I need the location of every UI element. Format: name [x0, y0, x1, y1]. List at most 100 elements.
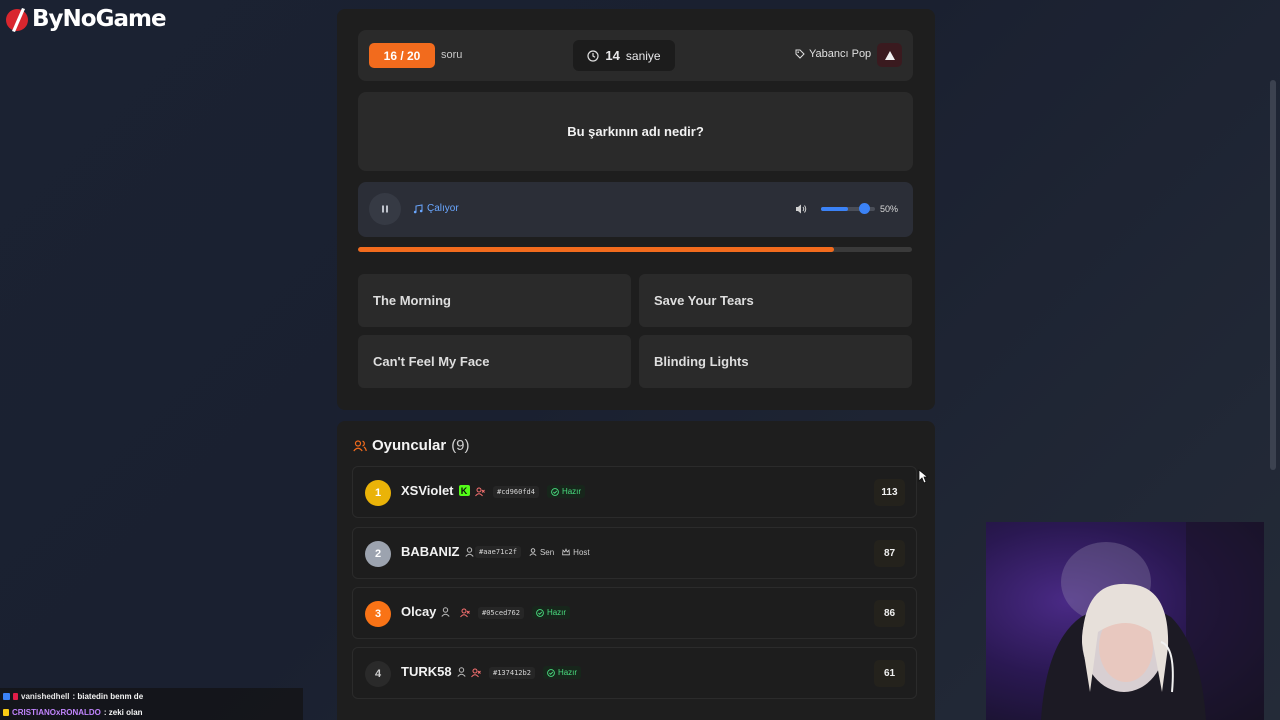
logo-text: ByNoGame	[32, 6, 167, 32]
playing-status: Çalıyor	[413, 203, 459, 214]
player-name: XSViolet	[401, 483, 454, 498]
player-hash: #05ced762	[478, 606, 524, 619]
question-counter-label: soru	[441, 49, 463, 61]
question-counter-badge: 16 / 20	[369, 43, 435, 68]
chat-message: CRISTIANOxRONALDO : zeki olan	[0, 704, 303, 720]
kick-user-icon[interactable]	[460, 608, 470, 618]
kick-user-icon[interactable]	[475, 487, 485, 497]
answer-option-1[interactable]: The Morning	[358, 274, 631, 327]
player-hash: #aae71c2f	[475, 546, 521, 558]
song-progress-bar	[358, 247, 912, 252]
player-meta: #cd960fd4 Hazır	[475, 485, 586, 498]
host-badge: Host	[562, 547, 590, 557]
question-card: Bu şarkının adı nedir?	[358, 92, 913, 171]
you-badge: Sen	[529, 548, 554, 557]
volume-slider-fill	[821, 207, 848, 211]
check-circle-icon	[547, 668, 555, 677]
rank-badge: 1	[365, 480, 391, 506]
report-button[interactable]	[877, 43, 902, 67]
check-circle-icon	[551, 487, 559, 496]
chat-badge-icon	[13, 692, 18, 700]
timer-unit: saniye	[625, 48, 661, 63]
player-meta: #05ced762 Hazır	[460, 606, 571, 619]
music-note-icon	[413, 203, 423, 213]
players-count: (9)	[451, 437, 470, 454]
player-score: 113	[874, 479, 905, 506]
host-label: Host	[573, 547, 590, 557]
chat-badge-icon	[3, 692, 10, 700]
mouse-cursor-icon	[918, 469, 928, 484]
player-name-group: TURK58	[401, 664, 466, 679]
answer-label: Blinding Lights	[654, 354, 749, 369]
players-title: Oyuncular	[372, 437, 447, 454]
rank-badge: 2	[365, 541, 391, 567]
player-score: 87	[874, 540, 905, 567]
webcam-overlay	[986, 522, 1264, 720]
player-meta: #137412b2 Hazır	[471, 666, 582, 679]
users-icon	[353, 439, 367, 451]
stream-chat-overlay: vanishedhell : biatedin benm de CRISTIAN…	[0, 688, 303, 720]
player-name: Olcay	[401, 604, 437, 619]
chat-username: CRISTIANOxRONALDO	[12, 707, 101, 717]
answer-option-2[interactable]: Save Your Tears	[639, 274, 912, 327]
ready-label: Hazır	[546, 608, 567, 617]
chat-username: vanishedhell	[21, 691, 70, 701]
rank-badge: 4	[365, 661, 391, 687]
user-icon	[464, 546, 474, 557]
answer-option-3[interactable]: Can't Feel My Face	[358, 335, 631, 388]
user-icon	[441, 606, 451, 617]
player-row: 3 Olcay #05ced762 Hazır 86	[352, 587, 917, 639]
ready-badge: Hazır	[546, 485, 586, 498]
page-scrollbar[interactable]	[1270, 80, 1276, 470]
pause-button[interactable]	[369, 193, 401, 225]
player-hash: #137412b2	[489, 666, 535, 679]
player-row: 4 TURK58 #137412b2 Hazır 61	[352, 647, 917, 699]
player-name-group: XSViolet K	[401, 483, 470, 498]
streamer-webcam-image	[1041, 522, 1264, 720]
chat-badge-icon	[3, 708, 9, 716]
user-icon	[456, 666, 466, 677]
answer-label: The Morning	[373, 293, 451, 308]
answer-option-4[interactable]: Blinding Lights	[639, 335, 912, 388]
volume-value: 50%	[880, 204, 899, 214]
you-label: Sen	[539, 547, 555, 557]
crown-icon	[562, 548, 571, 556]
bynogame-logo[interactable]: ByNoGame	[4, 4, 167, 34]
ready-badge: Hazır	[531, 606, 571, 619]
volume-slider-handle[interactable]	[858, 203, 870, 214]
check-circle-icon	[536, 608, 544, 617]
song-progress-fill	[358, 247, 835, 252]
ready-badge: Hazır	[542, 666, 582, 679]
kick-icon: K	[458, 485, 470, 496]
chat-message: vanishedhell : biatedin benm de	[0, 688, 303, 704]
answer-label: Can't Feel My Face	[373, 354, 490, 369]
players-heading: Oyuncular (9)	[353, 437, 470, 454]
rank-badge: 3	[365, 601, 391, 627]
player-row: 2 BABANIZ #aae71c2f Sen Host 87	[352, 527, 917, 579]
ready-label: Hazır	[561, 487, 582, 496]
timer: 14 saniye	[573, 40, 675, 71]
clock-icon	[587, 49, 600, 62]
player-score: 61	[874, 660, 905, 687]
tag-icon	[795, 49, 805, 59]
user-icon	[529, 548, 537, 556]
chat-text: : zeki olan	[103, 707, 143, 717]
player-name-group: BABANIZ	[401, 544, 474, 559]
player-hash: #cd960fd4	[493, 485, 539, 498]
pause-icon	[382, 205, 388, 213]
question-text: Bu şarkının adı nedir?	[567, 124, 704, 139]
chat-text: : biatedin benm de	[72, 691, 144, 701]
timer-value: 14	[605, 48, 620, 63]
kick-user-icon[interactable]	[471, 668, 481, 678]
logo-mark-icon	[6, 8, 28, 32]
player-row: 1 XSViolet K #cd960fd4 Hazır 113	[352, 466, 917, 518]
genre-tag: Yabancı Pop	[795, 48, 871, 60]
warning-icon	[884, 50, 895, 60]
player-score: 86	[874, 600, 905, 627]
answer-label: Save Your Tears	[654, 293, 754, 308]
player-name: TURK58	[401, 664, 452, 679]
player-name-group: Olcay	[401, 604, 451, 619]
volume-icon[interactable]	[795, 203, 807, 215]
genre-label: Yabancı Pop	[809, 48, 872, 60]
player-meta: #aae71c2f Sen Host	[475, 546, 590, 558]
